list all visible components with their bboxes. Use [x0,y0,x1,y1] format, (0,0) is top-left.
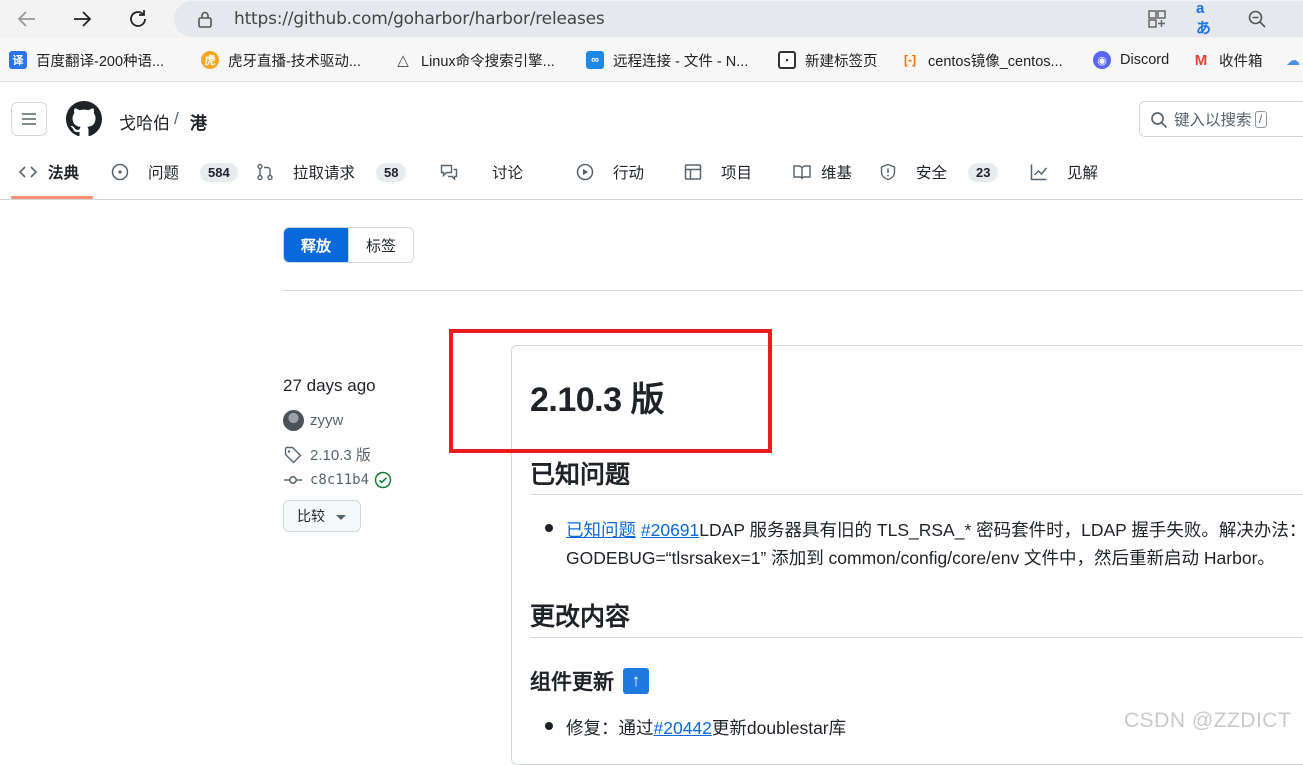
tags-tab[interactable]: 标签 [348,228,414,262]
search-placeholder: 键入以搜索 [1174,112,1252,129]
forward-button[interactable] [66,4,98,34]
reload-icon [130,10,146,27]
fix-ref-link[interactable]: #20442 [654,718,712,738]
section-divider [283,290,1303,291]
owner-link[interactable]: 戈哈伯 [119,109,170,134]
url-text[interactable]: https://github.com/goharbor/harbor/relea… [234,9,605,29]
release-date: 27 days ago [283,376,376,395]
browser-toolbar: https://github.com/goharbor/harbor/relea… [0,0,1303,38]
graph-icon [1030,164,1048,181]
component-updates-heading: 组件更新 ↑ [530,666,649,696]
breadcrumb-separator: / [174,109,179,128]
commit-sha[interactable]: c8c11b4 [310,472,369,488]
repo-link[interactable]: 港 [190,109,207,134]
gmail-icon: M [1194,51,1208,69]
known-issue-line: 已知问题 #20691LDAP 服务器具有旧的 TLS_RSA_* 密码套件时，… [566,520,1303,540]
tab-pull-requests[interactable]: 拉取请求 58 [256,157,407,187]
search-shortcut-key: / [1254,110,1267,128]
book-icon [793,165,811,180]
tag-icon [283,445,303,465]
bookmark-item[interactable]: ◉ Discord [1093,49,1169,71]
tag-name[interactable]: 2.10.3 版 [310,444,371,465]
verified-check-icon [373,470,393,490]
heading-rule [530,494,1303,495]
discord-icon: ◉ [1093,51,1111,69]
bookmark-item[interactable]: ▪ 新建标签页 [778,49,878,71]
known-issue-line-2: GODEBUG=“tlsrsakex=1” 添加到 common/config/… [566,548,1275,568]
tab-issues[interactable]: 问题 584 [111,157,238,187]
issues-counter: 584 [200,162,238,182]
author-name[interactable]: zyyw [310,412,343,429]
lock-icon [198,11,212,28]
security-counter: 23 [968,162,999,182]
bookmark-item[interactable]: 译百度翻译-200种语... [9,49,164,71]
heading-rule [530,637,1303,638]
bookmarks-bar: 译百度翻译-200种语... 虎虎牙直播-技术驱动... △ Linux命令搜索引… [0,38,1303,82]
menu-button[interactable] [11,102,47,136]
watermark: CSDN @ZZDICT [1124,709,1292,732]
address-bar[interactable]: https://github.com/goharbor/harbor/relea… [174,0,1303,37]
up-arrow-icon: ↑ [623,668,649,694]
code-icon [19,166,37,178]
caret-down-icon [336,515,346,520]
red-highlight-annotation [449,329,772,453]
list-bullet [545,722,553,730]
bookmark-item[interactable]: ∞ 远程连接 - 文件 - N... [586,49,748,71]
avatar [283,410,304,431]
known-issues-heading: 已知问题 [530,461,631,489]
search-input[interactable]: 键入以搜索 / [1139,101,1303,137]
tab-insights[interactable]: 见解 [1030,157,1098,187]
aliyun-icon: [-] [904,53,916,67]
play-icon [576,163,594,181]
pull-request-icon [257,163,273,181]
compare-button[interactable]: 比较 [283,500,361,532]
github-logo-icon[interactable] [66,101,102,137]
shield-icon [880,163,896,181]
search-icon [1151,112,1168,129]
repo-header: 戈哈伯 / 港 键入以搜索 / 法典 问题 584 拉取请求 58 讨论 行动 项目 … [0,83,1303,200]
commit-icon [283,470,303,490]
zoom-out-icon[interactable] [1246,8,1268,30]
cloud-icon: ☁ [1286,51,1300,68]
tab-security[interactable]: 安全 23 [879,157,999,187]
release-tag[interactable]: 2.10.3 版 [283,444,371,465]
apps-icon[interactable] [1146,8,1168,30]
tab-code[interactable]: 法典 [19,157,79,187]
tux-icon: △ [397,52,409,69]
huya-icon: 虎 [201,51,219,69]
bookmark-overflow[interactable]: ☁ [1284,49,1303,71]
bookmark-item[interactable]: M 收件箱 [1192,49,1263,71]
known-issue-link[interactable]: 已知问题 [566,520,636,540]
releases-subnav: 释放 标签 [283,227,415,263]
discussion-icon [440,164,458,181]
baidu-translate-icon: 译 [9,51,27,69]
table-icon [684,164,702,180]
issue-ref-link[interactable]: #20691 [641,520,699,540]
arrow-right-icon [74,11,92,27]
hamburger-icon [22,113,36,125]
tab-actions[interactable]: 行动 [576,157,644,187]
bookmark-item[interactable]: 虎虎牙直播-技术驱动... [201,49,361,71]
release-author[interactable]: zyyw [283,410,343,431]
translate-icon[interactable]: aあ [1196,0,1218,37]
bookmark-item[interactable]: [-] centos镜像_centos... [901,49,1063,71]
back-button[interactable] [11,4,43,34]
arrow-left-icon [17,11,35,27]
reload-button[interactable] [122,4,154,34]
tab-wiki[interactable]: 维基 [793,157,852,187]
issue-icon [111,163,129,181]
release-commit[interactable]: c8c11b4 [283,470,400,490]
bookmark-item[interactable]: △ Linux命令搜索引擎... [394,49,555,71]
list-bullet [545,524,553,532]
new-tab-icon: ▪ [778,51,796,69]
active-tab-indicator [11,196,93,199]
tab-discussions[interactable]: 讨论 [440,157,523,187]
fix-line: 修复：通过#20442更新doublestar库 [566,718,847,738]
changes-heading: 更改内容 [530,603,631,631]
tab-projects[interactable]: 项目 [684,157,752,187]
remote-icon: ∞ [586,51,604,69]
releases-tab[interactable]: 释放 [284,228,349,262]
pull-requests-counter: 58 [376,162,407,182]
